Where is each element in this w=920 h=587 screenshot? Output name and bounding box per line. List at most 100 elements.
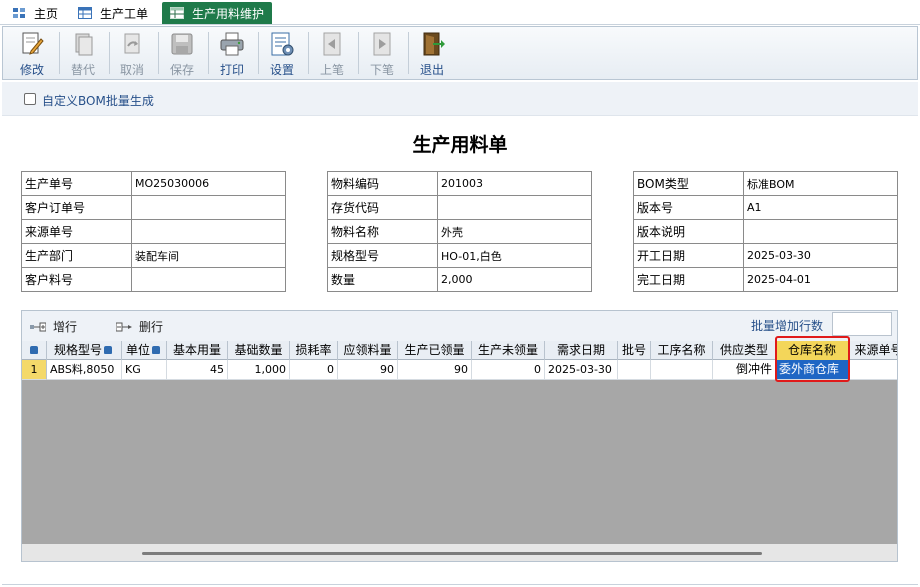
spec-field[interactable]: HO-01,白色 (437, 243, 592, 268)
stock-code-field[interactable] (437, 195, 592, 220)
finish-date-field[interactable]: 2025-04-01 (743, 267, 898, 292)
save-button[interactable]: 保存 (159, 29, 205, 77)
column-header[interactable]: 生产未领量 (472, 341, 545, 360)
cell-process-name[interactable] (651, 360, 713, 380)
tab-production-order[interactable]: 生产工单 (70, 2, 156, 24)
cell-base-qty[interactable]: 1,000 (228, 360, 290, 380)
source-no-field[interactable] (131, 219, 286, 244)
column-header[interactable]: 批号 (618, 341, 651, 360)
replace-button-label: 替代 (70, 63, 95, 77)
tab-bar: 主页 生产工单 生产用料维护 (0, 0, 920, 25)
custom-bom-checkbox[interactable] (24, 93, 36, 105)
add-row-button[interactable]: 增行 (30, 318, 77, 335)
column-header[interactable]: 基本用量 (167, 341, 228, 360)
tab-material-maintenance[interactable]: 生产用料维护 (162, 2, 273, 24)
cell-demand-date[interactable]: 2025-03-30 (545, 360, 618, 380)
horizontal-scrollbar[interactable] (22, 544, 897, 561)
department-field[interactable]: 装配车间 (131, 243, 286, 268)
tab-home[interactable]: 主页 (4, 2, 66, 24)
lock-icon (104, 346, 112, 354)
column-header[interactable]: 需求日期 (545, 341, 618, 360)
delete-row-label: 删行 (139, 320, 164, 334)
production-no-label: 生产单号 (21, 171, 132, 196)
settings-icon (271, 32, 294, 56)
cell-unit[interactable]: KG (122, 360, 167, 380)
cell-basic-usage[interactable]: 45 (167, 360, 228, 380)
exit-button-label: 退出 (419, 63, 444, 77)
delete-row-icon (116, 322, 132, 331)
cell-required-qty[interactable]: 90 (338, 360, 398, 380)
column-header[interactable]: 生产已领量 (398, 341, 472, 360)
print-button[interactable]: 打印 (209, 29, 255, 77)
info-table-left: 生产单号 MO25030006 客户订单号 来源单号 生产部门 装配车间 客户料号 (21, 171, 286, 292)
column-header[interactable]: 工序名称 (651, 341, 713, 360)
grid-header: 规格型号 单位 基本用量 基础数量 损耗率 应领料量 生产已领量 生产未领量 需… (22, 341, 897, 360)
table-icon (78, 7, 92, 19)
previous-record-button[interactable]: 上笔 (309, 29, 355, 77)
arrow-left-icon (323, 32, 341, 56)
material-code-field[interactable]: 201003 (437, 171, 592, 196)
toolbar: 修改 替代 取消 保存 打印 设置 上笔 下笔 退出 (2, 26, 918, 80)
version-note-field[interactable] (743, 219, 898, 244)
column-header[interactable]: 单位 (122, 341, 167, 360)
cell-unissued-qty[interactable]: 0 (472, 360, 545, 380)
production-no-field[interactable]: MO25030006 (131, 171, 286, 196)
edit-button[interactable]: 修改 (9, 29, 55, 77)
replace-icon (75, 33, 93, 56)
column-header[interactable]: 损耗率 (290, 341, 338, 360)
highlight-box (775, 336, 850, 382)
settings-button[interactable]: 设置 (259, 29, 305, 77)
column-header[interactable]: 来源单号 (849, 341, 897, 360)
edit-icon (22, 32, 44, 55)
batch-add-rows-input[interactable] (832, 312, 892, 336)
source-no-label: 来源单号 (21, 219, 132, 244)
quantity-label: 数量 (327, 267, 438, 292)
add-row-label: 增行 (53, 320, 78, 334)
bom-type-label: BOM类型 (633, 171, 744, 196)
lock-icon (152, 346, 160, 354)
exit-button[interactable]: 退出 (409, 29, 455, 77)
customer-part-field[interactable] (131, 267, 286, 292)
quantity-field[interactable]: 2,000 (437, 267, 592, 292)
table-row[interactable]: 1 ABS料,8050 KG 45 1,000 0 90 90 0 2025-0… (22, 360, 897, 380)
column-header[interactable]: 基础数量 (228, 341, 290, 360)
scrollbar-thumb[interactable] (142, 552, 762, 555)
tab-home-label: 主页 (34, 6, 59, 21)
next-record-button[interactable]: 下笔 (359, 29, 405, 77)
cell-spec[interactable]: ABS料,8050 (47, 360, 122, 380)
lock-column-header[interactable] (22, 341, 47, 360)
exit-door-icon (423, 32, 445, 56)
delete-row-button[interactable]: 删行 (116, 318, 163, 335)
home-icon (13, 8, 25, 18)
custom-bom-label[interactable]: 自定义BOM批量生成 (42, 92, 154, 109)
customer-order-label: 客户订单号 (21, 195, 132, 220)
tab-material-maintenance-label: 生产用料维护 (192, 6, 265, 21)
lock-icon (30, 346, 38, 354)
bom-type-field[interactable]: 标准BOM (743, 171, 898, 196)
cell-loss-rate[interactable]: 0 (290, 360, 338, 380)
grid-toolbar: 增行 删行 批量增加行数 (22, 311, 897, 341)
version-field[interactable]: A1 (743, 195, 898, 220)
options-row: 自定义BOM批量生成 (2, 82, 918, 116)
customer-part-label: 客户料号 (21, 267, 132, 292)
cell-supply-type[interactable]: 倒冲件 (713, 360, 776, 380)
column-header[interactable]: 供应类型 (713, 341, 776, 360)
row-number: 1 (22, 360, 47, 380)
material-name-label: 物料名称 (327, 219, 438, 244)
settings-button-label: 设置 (269, 63, 294, 77)
batch-add-rows-label: 批量增加行数 (751, 319, 824, 333)
column-header-label: 规格型号 (53, 343, 102, 357)
material-code-label: 物料编码 (327, 171, 438, 196)
replace-button[interactable]: 替代 (60, 29, 106, 77)
divider (2, 584, 918, 585)
cancel-button[interactable]: 取消 (109, 29, 155, 77)
start-date-field[interactable]: 2025-03-30 (743, 243, 898, 268)
cell-issued-qty[interactable]: 90 (398, 360, 472, 380)
material-name-field[interactable]: 外壳 (437, 219, 592, 244)
cell-source-no[interactable] (849, 360, 897, 380)
column-header[interactable]: 规格型号 (47, 341, 122, 360)
cancel-icon (124, 33, 140, 54)
customer-order-field[interactable] (131, 195, 286, 220)
column-header[interactable]: 应领料量 (338, 341, 398, 360)
cell-batch-no[interactable] (618, 360, 651, 380)
